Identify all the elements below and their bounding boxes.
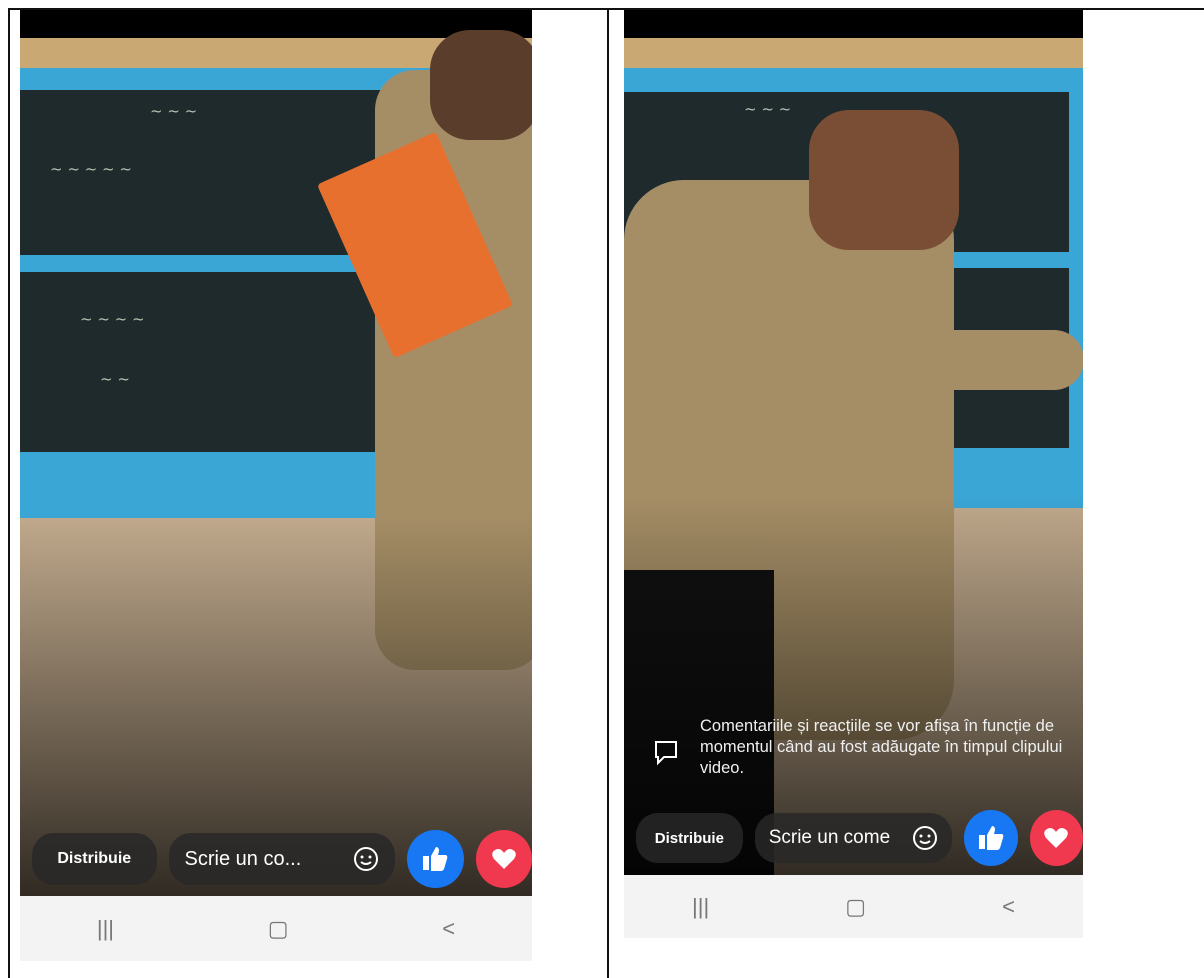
heart-icon (492, 849, 516, 869)
comment-input[interactable]: Scrie un come (754, 813, 953, 863)
home-button[interactable]: ▢ (268, 916, 289, 942)
share-button-label: Distribuie (654, 829, 724, 847)
right-action-bar: Distribuie Scrie un come (624, 810, 1083, 866)
recent-apps-button[interactable]: ||| (97, 916, 114, 942)
left-system-nav-bar: ||| ▢ < (20, 896, 532, 961)
comment-placeholder: Scrie un come (768, 827, 891, 848)
back-button[interactable]: < (1002, 894, 1015, 920)
right-system-nav-bar: ||| ▢ < (624, 875, 1083, 938)
comment-input[interactable]: Scrie un co... (168, 833, 396, 885)
love-button[interactable] (475, 830, 532, 888)
share-button-label: Distribuie (57, 850, 132, 867)
thumbs-up-icon (978, 826, 1004, 850)
table-divider (607, 8, 609, 978)
like-button[interactable] (407, 830, 464, 888)
love-button[interactable] (1029, 810, 1083, 866)
back-button[interactable]: < (442, 916, 455, 942)
share-button[interactable]: Distribuie (32, 833, 157, 885)
smiley-icon[interactable] (353, 846, 379, 872)
left-phone-screenshot: ~ ~ ~ ~ ~ ~ ~ ~ ~ ~ ~ ~ ~ ~ Distribuie S… (20, 10, 532, 896)
right-phone-screenshot: ~ ~ ~ Comentariile și reacțiile se vor a… (624, 10, 1083, 875)
left-action-bar: Distribuie Scrie un co... (20, 830, 532, 888)
recent-apps-button[interactable]: ||| (692, 894, 709, 920)
smiley-icon[interactable] (912, 825, 938, 851)
like-button[interactable] (964, 810, 1018, 866)
comment-icon (655, 741, 677, 766)
video-frame-left[interactable]: ~ ~ ~ ~ ~ ~ ~ ~ ~ ~ ~ ~ ~ ~ (20, 10, 532, 896)
thumbs-up-icon (423, 847, 448, 871)
heart-icon (1044, 828, 1069, 848)
comment-placeholder: Scrie un co... (184, 847, 302, 870)
share-button[interactable]: Distribuie (636, 813, 743, 863)
comments-timing-notice: Comentariile și reacțiile se vor afișa î… (700, 717, 1063, 777)
home-button[interactable]: ▢ (845, 894, 866, 920)
